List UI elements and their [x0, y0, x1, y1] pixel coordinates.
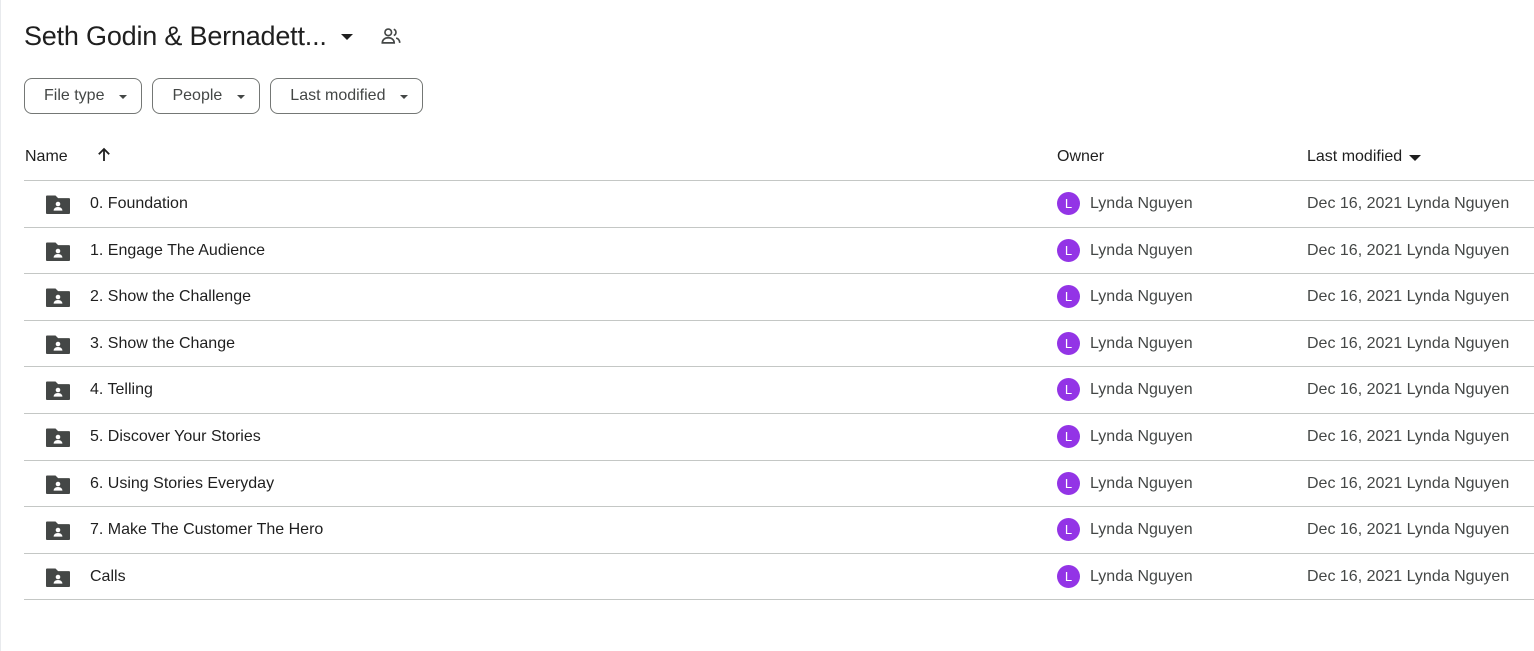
filter-chips: File type People Last modified: [24, 78, 424, 114]
chip-label: Last modified: [290, 87, 386, 104]
table-row[interactable]: 3. Show the Change L Lynda Nguyen Dec 16…: [24, 321, 1534, 368]
owner-avatar: L: [1057, 518, 1080, 542]
chip-label: File type: [44, 87, 105, 104]
people-filter-chip[interactable]: People: [152, 78, 261, 114]
folder-title: Seth Godin & Bernadett...: [24, 20, 327, 51]
table-row[interactable]: 5. Discover Your Stories L Lynda Nguyen …: [24, 414, 1534, 461]
file-name: 4. Telling: [90, 381, 153, 399]
file-name: 3. Show the Change: [90, 334, 235, 352]
file-name: 6. Using Stories Everyday: [90, 474, 275, 492]
owner-avatar: L: [1057, 378, 1080, 402]
owner-avatar: L: [1057, 424, 1080, 448]
shared-folder-icon: [45, 286, 71, 308]
last-modified: Dec 16, 2021 Lynda Nguyen: [1307, 567, 1510, 585]
file-list-table: Name Owner Last modified 0. Foundation L…: [24, 134, 1534, 601]
owner-name: Lynda Nguyen: [1090, 567, 1193, 585]
shared-folder-icon: [45, 333, 71, 355]
owner-avatar: L: [1057, 471, 1080, 495]
folder-header: Seth Godin & Bernadett...: [24, 14, 403, 58]
caret-down-icon: [400, 95, 409, 99]
shared-folder-icon: [45, 379, 71, 401]
owner-avatar: L: [1057, 285, 1080, 309]
caret-down-icon: [119, 95, 128, 99]
owner-name: Lynda Nguyen: [1090, 334, 1193, 352]
shared-folder-icon: [45, 193, 71, 215]
owner-avatar: L: [1057, 238, 1080, 262]
shared-folder-icon: [45, 240, 71, 262]
shared-folder-icon: [45, 473, 71, 495]
last-modified-filter-chip[interactable]: Last modified: [270, 78, 424, 114]
table-row[interactable]: 4. Telling L Lynda Nguyen Dec 16, 2021 L…: [24, 367, 1534, 414]
file-type-filter-chip[interactable]: File type: [24, 78, 143, 114]
table-row[interactable]: Calls L Lynda Nguyen Dec 16, 2021 Lynda …: [24, 554, 1534, 601]
arrow-up-icon[interactable]: [95, 146, 113, 164]
owner-avatar: L: [1057, 564, 1080, 588]
table-row[interactable]: 7. Make The Customer The Hero L Lynda Ng…: [24, 507, 1534, 554]
shared-folder-people-icon[interactable]: [379, 24, 403, 48]
last-modified: Dec 16, 2021 Lynda Nguyen: [1307, 334, 1510, 352]
owner-name: Lynda Nguyen: [1090, 241, 1193, 259]
caret-down-icon: [340, 34, 353, 40]
column-header-modified-label: Last modified: [1307, 148, 1403, 165]
shared-folder-icon: [45, 519, 71, 541]
owner-name: Lynda Nguyen: [1090, 521, 1193, 539]
file-name: 1. Engage The Audience: [90, 241, 265, 259]
caret-down-icon: [237, 95, 246, 99]
last-modified: Dec 16, 2021 Lynda Nguyen: [1307, 427, 1510, 445]
owner-name: Lynda Nguyen: [1090, 381, 1193, 399]
last-modified: Dec 16, 2021 Lynda Nguyen: [1307, 474, 1510, 492]
owner-name: Lynda Nguyen: [1090, 288, 1193, 306]
owner-avatar: L: [1057, 192, 1080, 215]
file-name: 2. Show the Challenge: [90, 288, 251, 306]
owner-name: Lynda Nguyen: [1090, 427, 1193, 445]
column-header-name-label: Name: [25, 148, 68, 165]
file-name: 7. Make The Customer The Hero: [90, 521, 324, 539]
shared-folder-icon: [45, 426, 71, 448]
table-row[interactable]: 6. Using Stories Everyday L Lynda Nguyen…: [24, 461, 1534, 508]
shared-folder-icon: [45, 566, 71, 588]
file-name: 5. Discover Your Stories: [90, 427, 261, 445]
panel-edge-divider: [0, 0, 1, 651]
table-body: 0. Foundation L Lynda Nguyen Dec 16, 202…: [24, 181, 1534, 601]
table-row[interactable]: 2. Show the Challenge L Lynda Nguyen Dec…: [24, 274, 1534, 321]
column-header-name[interactable]: Name: [25, 148, 68, 166]
owner-name: Lynda Nguyen: [1090, 195, 1193, 212]
folder-title-menu[interactable]: Seth Godin & Bernadett...: [24, 21, 353, 52]
column-header-owner-label: Owner: [1057, 148, 1105, 165]
last-modified: Dec 16, 2021 Lynda Nguyen: [1307, 241, 1510, 259]
last-modified: Dec 16, 2021 Lynda Nguyen: [1307, 195, 1510, 212]
drive-folder-view: Seth Godin & Bernadett... File type Peop…: [0, 0, 1534, 651]
last-modified: Dec 16, 2021 Lynda Nguyen: [1307, 381, 1510, 399]
column-header-owner: Owner: [1057, 148, 1104, 166]
table-row[interactable]: 1. Engage The Audience L Lynda Nguyen De…: [24, 228, 1534, 275]
table-header: Name Owner Last modified: [24, 134, 1534, 181]
file-name: Calls: [90, 567, 126, 585]
table-row[interactable]: 0. Foundation L Lynda Nguyen Dec 16, 202…: [24, 181, 1534, 228]
column-header-last-modified[interactable]: Last modified: [1307, 148, 1422, 166]
file-name: 0. Foundation: [90, 195, 188, 212]
caret-down-icon: [1409, 155, 1422, 161]
last-modified: Dec 16, 2021 Lynda Nguyen: [1307, 521, 1510, 539]
last-modified: Dec 16, 2021 Lynda Nguyen: [1307, 288, 1510, 306]
owner-name: Lynda Nguyen: [1090, 474, 1193, 492]
owner-avatar: L: [1057, 331, 1080, 355]
chip-label: People: [172, 87, 223, 104]
